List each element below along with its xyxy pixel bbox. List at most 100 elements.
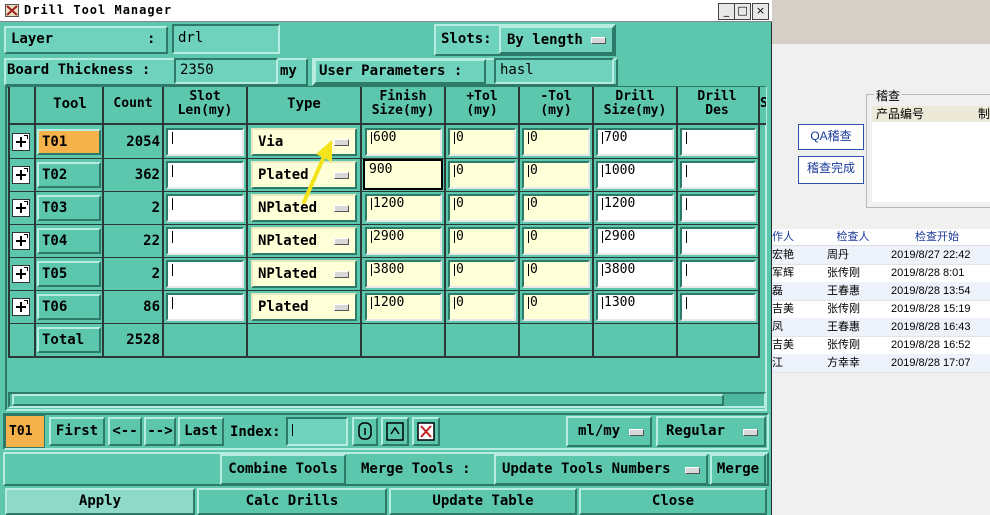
- slot-length-field[interactable]: [166, 293, 244, 321]
- table-row[interactable]: 磊王春惠 2019/8/28 13:54: [772, 282, 990, 301]
- drill-size-field[interactable]: 1300: [596, 293, 674, 321]
- drill-size-field[interactable]: 1200: [596, 194, 674, 222]
- current-tool-indicator: T01: [5, 415, 45, 448]
- previous-button[interactable]: <--: [108, 417, 142, 446]
- scrollbar-thumb[interactable]: [12, 394, 724, 406]
- slot-length-field[interactable]: [166, 161, 244, 189]
- last-button[interactable]: Last: [178, 417, 224, 446]
- table-row[interactable]: 吉美 张传刚 2019/8/28 15:19: [772, 300, 990, 319]
- finish-size-field[interactable]: 600: [365, 128, 442, 156]
- table-row[interactable]: 军辉 张传刚 2019/8/28 8:01: [772, 264, 990, 283]
- index-field[interactable]: [286, 417, 348, 446]
- drill-des-field[interactable]: [680, 293, 756, 321]
- combine-tools-button[interactable]: Combine Tools: [220, 454, 346, 485]
- horizontal-scrollbar[interactable]: [8, 392, 766, 408]
- finish-size-field[interactable]: 3800: [365, 260, 442, 288]
- info-icon[interactable]: [352, 417, 378, 446]
- slots-dropdown[interactable]: By length: [499, 26, 614, 54]
- type-dropdown[interactable]: Plated: [251, 293, 357, 321]
- tool-button-t04[interactable]: T04: [37, 228, 101, 254]
- slot-length-field[interactable]: [166, 128, 244, 156]
- drill-des-field[interactable]: [680, 194, 756, 222]
- table-row[interactable]: 宏艳 周丹 2019/8/27 22:42: [772, 246, 990, 265]
- drill-des-field[interactable]: [680, 128, 756, 156]
- units-value: ml/my: [578, 423, 621, 439]
- plus-tol-field[interactable]: 0: [448, 260, 516, 288]
- expand-row-icon[interactable]: [12, 232, 30, 250]
- tool-count: 362: [134, 167, 160, 183]
- title-bar[interactable]: Drill Tool Manager _ □ ×: [0, 0, 772, 22]
- first-button[interactable]: First: [49, 417, 105, 446]
- plus-tol-field[interactable]: 0: [448, 194, 516, 222]
- expand-row-icon[interactable]: [12, 298, 30, 316]
- merge-button[interactable]: Merge: [710, 454, 766, 485]
- plus-tol-field[interactable]: 0: [448, 161, 516, 189]
- type-dropdown[interactable]: NPlated: [251, 260, 357, 288]
- table-row[interactable]: 凤王春惠 2019/8/28 16:43: [772, 318, 990, 337]
- minus-tol-field[interactable]: 0: [522, 293, 590, 321]
- tool-button-t03[interactable]: T03: [37, 195, 101, 221]
- expand-row-icon[interactable]: [12, 265, 30, 283]
- user-params-field[interactable]: hasl: [494, 58, 614, 84]
- tool-button-t06[interactable]: T06: [37, 294, 101, 320]
- col-finish-header: Finish Size(my): [371, 89, 435, 118]
- tool-button-t01[interactable]: T01: [37, 129, 101, 155]
- qa-audit-button[interactable]: QA稽查: [798, 124, 864, 150]
- minimize-icon[interactable]: _: [718, 3, 735, 20]
- slot-length-field[interactable]: [166, 194, 244, 222]
- calc-drills-button[interactable]: Calc Drills: [197, 488, 387, 515]
- minus-tol-field[interactable]: 0: [522, 194, 590, 222]
- audit-group-label: 稽查: [874, 87, 903, 104]
- drill-size-field[interactable]: 3800: [596, 260, 674, 288]
- user-params-button[interactable]: User Parameters :: [314, 59, 486, 84]
- close-button[interactable]: Close: [579, 488, 767, 515]
- drill-des-field[interactable]: [680, 227, 756, 255]
- col-start-header: 检查开始: [884, 229, 990, 246]
- drill-des-field[interactable]: [680, 161, 756, 189]
- plus-tol-field[interactable]: 0: [448, 128, 516, 156]
- window-menu-icon[interactable]: [5, 4, 19, 17]
- type-dropdown[interactable]: NPlated: [251, 227, 357, 255]
- tool-button-t05[interactable]: T05: [37, 261, 101, 287]
- drill-des-field[interactable]: [680, 260, 756, 288]
- expand-row-icon[interactable]: [12, 199, 30, 217]
- tool-button-t02[interactable]: T02: [37, 162, 101, 188]
- audit-done-button[interactable]: 稽查完成: [798, 156, 864, 184]
- table-row[interactable]: 吉美 张传刚 2019/8/28 16:52: [772, 336, 990, 355]
- finish-size-field[interactable]: 900: [363, 159, 443, 190]
- board-thickness-field[interactable]: 2350: [174, 58, 278, 84]
- maximize-icon[interactable]: □: [734, 3, 751, 20]
- minus-tol-field[interactable]: 0: [522, 128, 590, 156]
- drill-size-field[interactable]: 2900: [596, 227, 674, 255]
- next-button[interactable]: -->: [144, 417, 176, 446]
- delete-icon[interactable]: [412, 417, 440, 446]
- expand-row-icon[interactable]: [12, 166, 30, 184]
- mode-dropdown[interactable]: Regular: [656, 416, 766, 447]
- update-table-button[interactable]: Update Table: [389, 488, 577, 515]
- update-tools-numbers-dropdown[interactable]: Update Tools Numbers: [494, 454, 708, 485]
- minus-tol-field[interactable]: 0: [522, 260, 590, 288]
- finish-size-field[interactable]: 1200: [365, 293, 442, 321]
- close-icon[interactable]: ×: [752, 3, 769, 20]
- table-row[interactable]: 江方幸幸 2019/8/28 17:07: [772, 354, 990, 373]
- plus-tol-field[interactable]: 0: [448, 227, 516, 255]
- tool-count: 86: [143, 299, 160, 315]
- grid-line: [8, 224, 760, 225]
- slot-length-field[interactable]: [166, 227, 244, 255]
- layer-field[interactable]: drl: [172, 24, 280, 54]
- dropdown-indicator-icon: [685, 466, 700, 474]
- drill-size-field[interactable]: 700: [596, 128, 674, 156]
- apply-button[interactable]: Apply: [5, 488, 195, 515]
- minus-tol-field[interactable]: 0: [522, 161, 590, 189]
- refresh-icon[interactable]: [381, 417, 409, 446]
- slot-length-field[interactable]: [166, 260, 244, 288]
- drill-size-field[interactable]: 1000: [596, 161, 674, 189]
- minus-tol-field[interactable]: 0: [522, 227, 590, 255]
- units-dropdown[interactable]: ml/my: [566, 416, 652, 447]
- finish-size-field[interactable]: 2900: [365, 227, 442, 255]
- plus-tol-field[interactable]: 0: [448, 293, 516, 321]
- expand-row-icon[interactable]: [12, 133, 30, 151]
- annotation-arrow-icon: [302, 140, 332, 204]
- finish-size-field[interactable]: 1200: [365, 194, 442, 222]
- audit-list[interactable]: [872, 122, 990, 202]
